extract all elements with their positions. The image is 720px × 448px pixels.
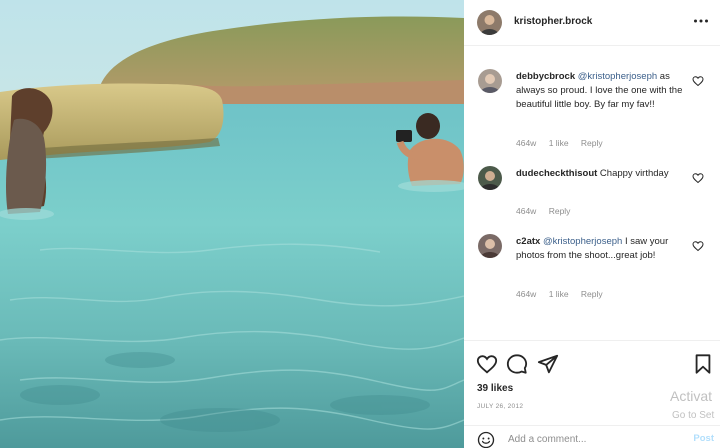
post-date[interactable]: JULY 26, 2012 bbox=[477, 403, 523, 410]
likes-count[interactable]: 39 likes bbox=[477, 383, 513, 394]
comment-meta: 464w Reply bbox=[516, 206, 580, 216]
comment-age[interactable]: 464w bbox=[516, 206, 536, 216]
add-comment-input[interactable] bbox=[508, 432, 668, 446]
beach-photo-image bbox=[0, 0, 464, 448]
comment-age[interactable]: 464w bbox=[516, 289, 536, 299]
comment-likes-count[interactable]: 1 like bbox=[549, 138, 569, 148]
comment-username[interactable]: c2atx bbox=[516, 236, 540, 247]
comment-body: Chappy virthday bbox=[597, 168, 669, 179]
comment-reply-button[interactable]: Reply bbox=[581, 138, 603, 148]
activation-watermark: Activat bbox=[670, 388, 713, 404]
heart-icon[interactable] bbox=[476, 353, 498, 375]
comment-text: c2atx @kristopherjoseph I saw your photo… bbox=[516, 235, 688, 263]
comment-reply-button[interactable]: Reply bbox=[581, 289, 603, 299]
add-comment-bar: Post bbox=[464, 425, 720, 448]
author-avatar[interactable] bbox=[477, 10, 502, 35]
comment-username[interactable]: dudecheckthisout bbox=[516, 168, 597, 179]
comment-text: debbycbrock @kristopherjoseph as always … bbox=[516, 70, 688, 112]
comment-meta: 464w 1 like Reply bbox=[516, 138, 613, 148]
heart-icon[interactable] bbox=[692, 240, 704, 252]
heart-icon[interactable] bbox=[692, 172, 704, 184]
comment-meta: 464w 1 like Reply bbox=[516, 289, 613, 299]
post-photo[interactable] bbox=[0, 0, 464, 448]
comment-age[interactable]: 464w bbox=[516, 138, 536, 148]
commenter-avatar[interactable] bbox=[478, 69, 502, 93]
commenter-avatar[interactable] bbox=[478, 166, 502, 190]
comment-mention[interactable]: @kristopherjoseph bbox=[543, 236, 622, 247]
comment-text: dudecheckthisout Chappy virthday bbox=[516, 167, 688, 181]
heart-icon[interactable] bbox=[692, 75, 704, 87]
comment-icon[interactable] bbox=[506, 353, 528, 375]
comment-username[interactable]: debbycbrock bbox=[516, 71, 575, 82]
emoji-icon[interactable] bbox=[477, 431, 495, 448]
post-comment-button[interactable]: Post bbox=[693, 433, 714, 444]
share-icon[interactable] bbox=[537, 353, 559, 375]
commenter-avatar[interactable] bbox=[478, 234, 502, 258]
more-horizontal-icon[interactable] bbox=[692, 12, 710, 30]
comment-likes-count[interactable]: 1 like bbox=[549, 289, 569, 299]
bookmark-icon[interactable] bbox=[692, 353, 714, 375]
post-header: kristopher.brock bbox=[464, 0, 720, 46]
comment-mention[interactable]: @kristopherjoseph bbox=[578, 71, 657, 82]
author-username[interactable]: kristopher.brock bbox=[514, 16, 592, 27]
post-details-pane: kristopher.brock debbycbrock @kristopher… bbox=[464, 0, 720, 448]
comment-reply-button[interactable]: Reply bbox=[549, 206, 571, 216]
activation-watermark-subtext: Go to Set bbox=[672, 410, 715, 421]
